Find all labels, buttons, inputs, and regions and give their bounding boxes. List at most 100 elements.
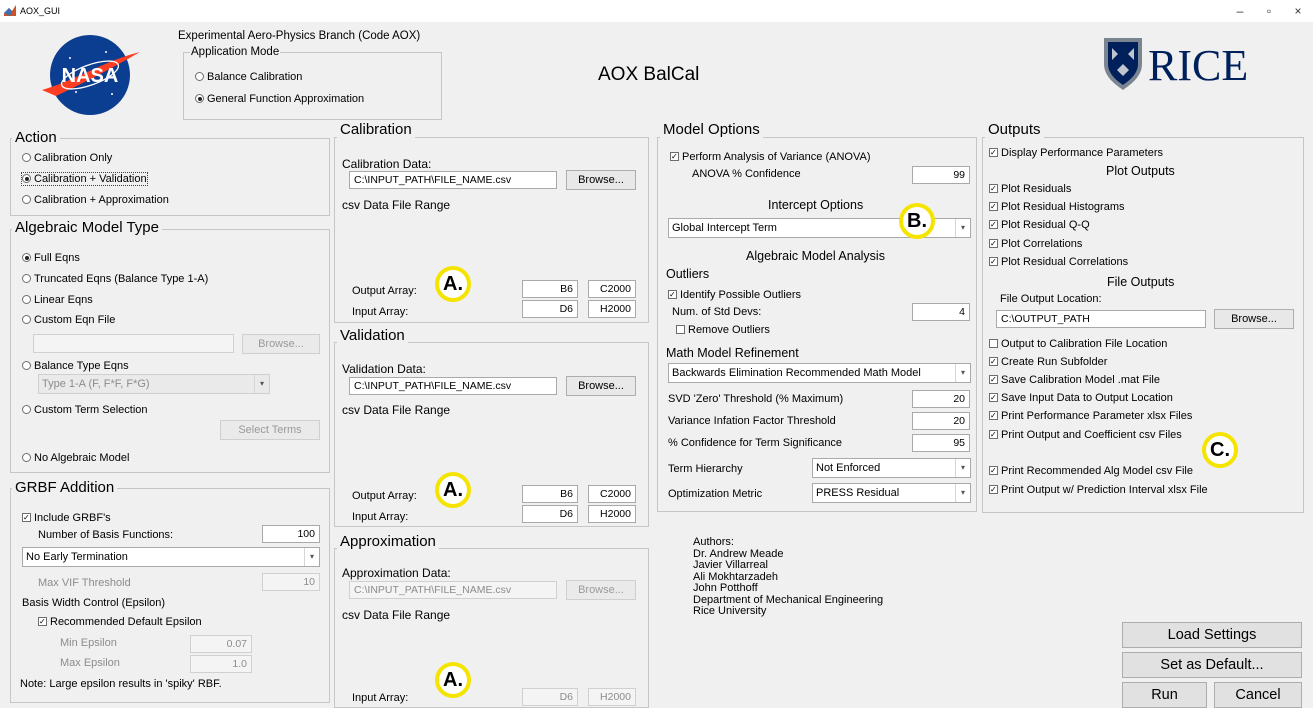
calibration-path-input[interactable]: C:\INPUT_PATH\FILE_NAME.csv [349,171,557,189]
svd-threshold-input[interactable]: 20 [912,390,970,408]
print-recommended-checkbox[interactable]: Print Recommended Alg Model csv File [989,465,1193,477]
validation-path-input[interactable]: C:\INPUT_PATH\FILE_NAME.csv [349,377,557,395]
algebraic-model-title: Algebraic Model Type [12,220,162,236]
vif-threshold-label: Variance Infation Factor Threshold [668,415,836,427]
annotation-a-calibration: A. [435,266,471,302]
annotation-c: C. [1202,432,1238,468]
calibration-in-start[interactable]: D6 [522,300,578,318]
term-confidence-input[interactable]: 95 [912,434,970,452]
calibration-browse-button[interactable]: Browse... [566,170,636,190]
create-subfolder-checkbox[interactable]: Create Run Subfolder [989,356,1107,368]
anova-confidence-input[interactable]: 99 [912,166,970,184]
action-calibration-only[interactable]: Calibration Only [22,152,112,164]
balance-type-radio[interactable]: Balance Type Eqns [22,360,129,372]
identify-outliers-checkbox[interactable]: Identify Possible Outliers [668,289,801,301]
std-devs-label: Num. of Std Devs: [672,306,762,318]
minimize-button[interactable]: – [1226,2,1254,20]
branch-label: Experimental Aero-Physics Branch (Code A… [178,30,421,42]
save-input-data-checkbox[interactable]: Save Input Data to Output Location [989,392,1173,404]
validation-input-label: Input Array: [352,511,409,523]
calibration-range-label: csv Data File Range [342,198,451,212]
nasa-logo: NASA [36,30,144,120]
run-button[interactable]: Run [1122,682,1207,708]
mode-balance-calibration[interactable]: Balance Calibration [195,71,302,83]
calibration-output-label: Output Array: [352,285,417,297]
refinement-select[interactable]: Backwards Elimination Recommended Math M… [668,363,971,383]
approximation-in-start[interactable]: D6 [522,688,578,706]
calibration-data-label: Calibration Data: [342,157,432,171]
validation-title: Validation [337,328,408,344]
chevron-down-icon: ▾ [955,459,970,477]
approximation-input-label: Input Array: [352,692,409,704]
chevron-down-icon: ▾ [955,484,970,502]
close-button[interactable]: × [1284,2,1312,20]
plot-histograms-checkbox[interactable]: Plot Residual Histograms [989,201,1125,213]
max-vif-input[interactable]: 10 [262,573,320,591]
cancel-button[interactable]: Cancel [1214,682,1302,708]
std-devs-input[interactable]: 4 [912,303,970,321]
calibration-out-end[interactable]: C2000 [588,280,636,298]
plot-residual-correlations-checkbox[interactable]: Plot Residual Correlations [989,256,1128,268]
validation-out-end[interactable]: C2000 [588,485,636,503]
num-basis-input[interactable]: 100 [262,525,320,543]
custom-eqn-file-radio[interactable]: Custom Eqn File [22,314,115,326]
truncated-eqns-radio[interactable]: Truncated Eqns (Balance Type 1-A) [22,273,208,285]
min-epsilon-input[interactable]: 0.07 [190,635,252,653]
approximation-in-end[interactable]: H2000 [588,688,636,706]
chevron-down-icon: ▾ [304,548,319,566]
validation-in-end[interactable]: H2000 [588,505,636,523]
output-to-calibration-checkbox[interactable]: Output to Calibration File Location [989,338,1167,350]
save-mat-checkbox[interactable]: Save Calibration Model .mat File [989,374,1160,386]
print-prediction-interval-checkbox[interactable]: Print Output w/ Prediction Interval xlsx… [989,484,1208,496]
display-performance-checkbox[interactable]: Display Performance Parameters [989,147,1163,159]
custom-eqn-path-input[interactable] [33,334,234,353]
plot-qq-checkbox[interactable]: Plot Residual Q-Q [989,219,1090,231]
plot-outputs-title: Plot Outputs [1106,164,1175,178]
vif-threshold-input[interactable]: 20 [912,412,970,430]
max-epsilon-input[interactable]: 1.0 [190,655,252,673]
svg-text:NASA: NASA [62,65,119,87]
calibration-in-end[interactable]: H2000 [588,300,636,318]
annotation-b: B. [899,203,935,239]
calibration-title: Calibration [337,122,415,138]
width-control-label: Basis Width Control (Epsilon) [22,597,166,609]
recommended-epsilon-checkbox[interactable]: Recommended Default Epsilon [38,616,202,628]
action-calibration-approximation[interactable]: Calibration + Approximation [22,194,169,206]
action-calibration-validation[interactable]: Calibration + Validation [21,172,148,186]
approximation-browse-button[interactable]: Browse... [566,580,636,600]
algebraic-analysis-title: Algebraic Model Analysis [746,249,885,263]
validation-in-start[interactable]: D6 [522,505,578,523]
full-eqns-radio[interactable]: Full Eqns [22,252,80,264]
load-settings-button[interactable]: Load Settings [1122,622,1302,648]
mode-general-function[interactable]: General Function Approximation [195,93,364,105]
custom-term-radio[interactable]: Custom Term Selection [22,404,148,416]
approximation-title: Approximation [337,534,439,550]
linear-eqns-radio[interactable]: Linear Eqns [22,294,93,306]
intercept-options-title: Intercept Options [768,198,864,212]
anova-checkbox[interactable]: Perform Analysis of Variance (ANOVA) [670,151,871,163]
output-browse-button[interactable]: Browse... [1214,309,1294,329]
print-output-coefficient-checkbox[interactable]: Print Output and Coefficient csv Files [989,429,1182,441]
restore-button[interactable]: ▫ [1255,2,1283,20]
plot-correlations-checkbox[interactable]: Plot Correlations [989,238,1082,250]
select-terms-button[interactable]: Select Terms [220,420,320,440]
approximation-path-input[interactable]: C:\INPUT_PATH\FILE_NAME.csv [349,581,557,599]
termination-select[interactable]: No Early Termination ▾ [22,547,320,567]
optimization-metric-select[interactable]: PRESS Residual ▾ [812,483,971,503]
plot-residuals-checkbox[interactable]: Plot Residuals [989,183,1071,195]
print-performance-checkbox[interactable]: Print Performance Parameter xlsx Files [989,410,1192,422]
calibration-out-start[interactable]: B6 [522,280,578,298]
custom-eqn-browse-button[interactable]: Browse... [242,334,320,354]
svg-text:RICE: RICE [1148,41,1248,90]
balance-type-select[interactable]: Type 1-A (F, F*F, F*G) ▾ [38,374,270,394]
output-location-input[interactable]: C:\OUTPUT_PATH [996,310,1206,328]
validation-out-start[interactable]: B6 [522,485,578,503]
max-epsilon-label: Max Epsilon [60,657,120,669]
set-default-button[interactable]: Set as Default... [1122,652,1302,678]
no-model-radio[interactable]: No Algebraic Model [22,452,129,464]
include-grbf-checkbox[interactable]: Include GRBF's [22,512,111,524]
calibration-input-label: Input Array: [352,306,409,318]
remove-outliers-checkbox[interactable]: Remove Outliers [676,324,770,336]
term-hierarchy-select[interactable]: Not Enforced ▾ [812,458,971,478]
validation-browse-button[interactable]: Browse... [566,376,636,396]
